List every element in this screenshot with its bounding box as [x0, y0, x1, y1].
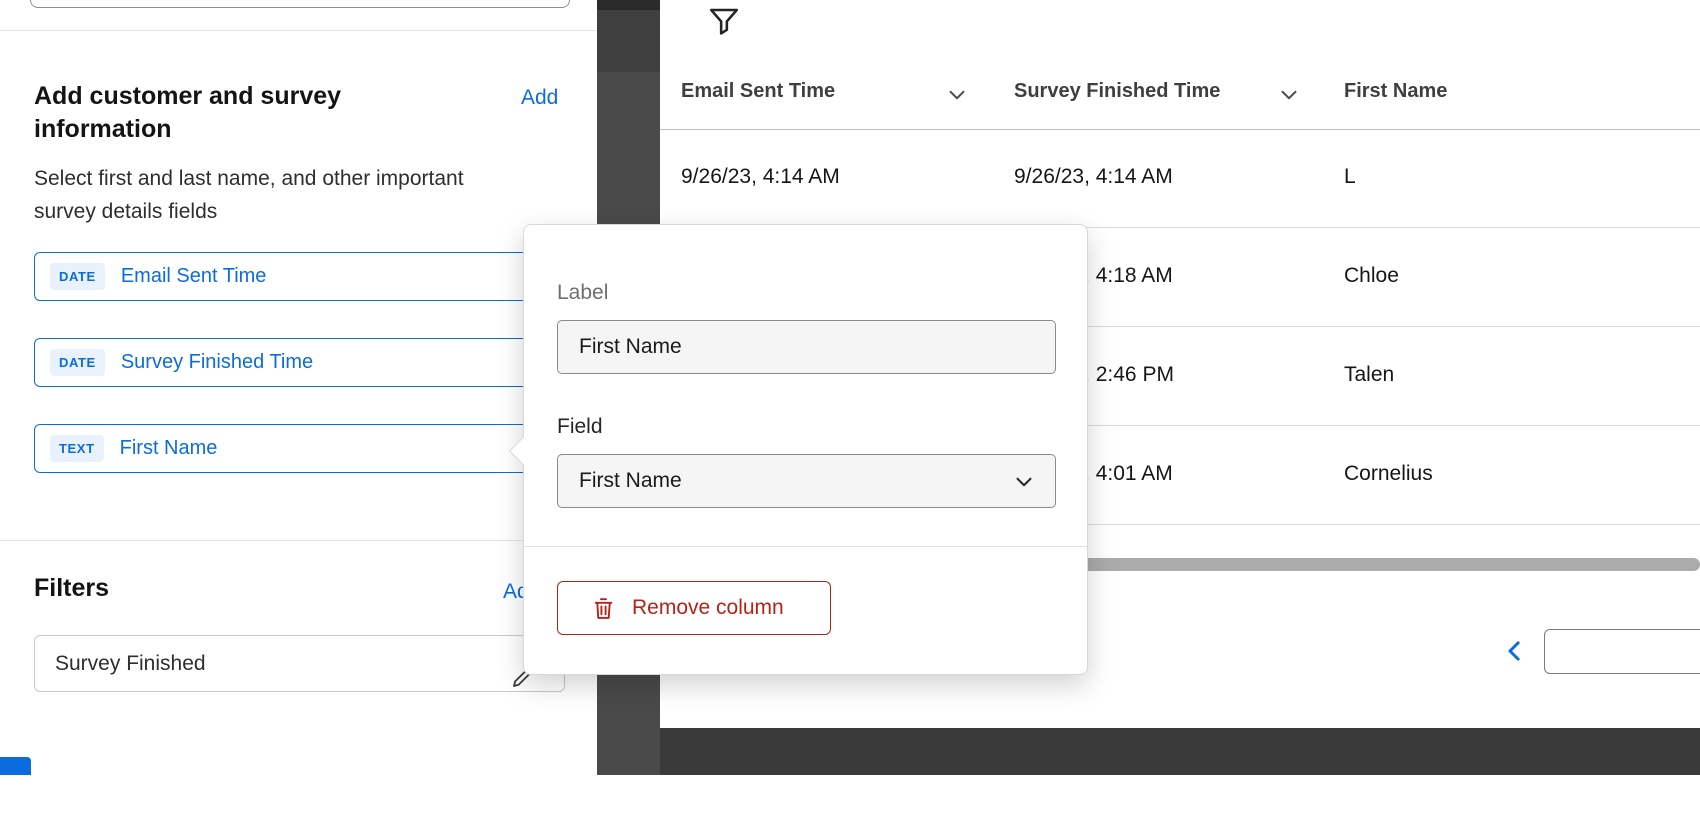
column-menu-chevron-icon[interactable] [1276, 82, 1302, 108]
field-field-label: Field [557, 415, 603, 439]
section-subtitle: Select first and last name, and other im… [34, 162, 516, 228]
filter-input[interactable] [34, 635, 565, 692]
field-chip-first-name[interactable]: TEXT First Name [34, 424, 570, 473]
label-input[interactable] [557, 320, 1056, 374]
remove-column-label: Remove column [632, 596, 784, 620]
panel-divider-strip-top [597, 0, 660, 72]
field-select[interactable]: First Name [557, 454, 1056, 508]
column-settings-popover: Label Field First Name Remove column [523, 224, 1088, 675]
popover-divider [524, 546, 1087, 547]
table-cell: Chloe [1344, 264, 1399, 288]
field-type-badge: DATE [50, 263, 105, 290]
table-cell: L [1344, 165, 1356, 189]
footer-bar [660, 728, 1700, 775]
table-cell: 9/26/23, 4:14 AM [681, 165, 840, 189]
field-chip-survey-finished-time[interactable]: DATE Survey Finished Time [34, 338, 570, 387]
filter-funnel-icon[interactable] [706, 4, 742, 40]
partial-blue-button[interactable] [0, 757, 31, 775]
filters-title: Filters [34, 574, 109, 603]
label-field-label: Label [557, 281, 608, 305]
field-select-value: First Name [579, 469, 682, 493]
field-chip-email-sent-time[interactable]: DATE Email Sent Time [34, 252, 570, 301]
table-cell: 9/26/23, 4:14 AM [1014, 165, 1173, 189]
trash-icon [592, 596, 615, 621]
pagination-page-box[interactable] [1544, 629, 1700, 674]
section-title: Add customer and survey information [34, 80, 394, 146]
table-row: 9/26/23, 4:14 AM 9/26/23, 4:14 AM L [660, 129, 1700, 228]
add-field-link[interactable]: Add [521, 86, 558, 110]
field-type-badge: DATE [50, 349, 105, 376]
remove-column-button[interactable]: Remove column [557, 581, 831, 635]
pagination-prev-icon[interactable] [1500, 636, 1530, 666]
column-header-email-sent-time: Email Sent Time [681, 80, 835, 103]
top-divider [0, 30, 597, 31]
field-chip-label: First Name [120, 437, 218, 460]
table-cell: Cornelius [1344, 462, 1433, 486]
field-type-badge: TEXT [50, 435, 104, 462]
panel-divider-strip-edge [597, 0, 660, 10]
column-header-survey-finished-time: Survey Finished Time [1014, 80, 1220, 103]
filters-divider [0, 540, 597, 541]
column-header-first-name: First Name [1344, 80, 1447, 103]
app-window: Add customer and survey information Add … [0, 0, 1700, 840]
top-partial-input[interactable] [30, 0, 570, 8]
left-config-panel: Add customer and survey information Add … [0, 0, 597, 840]
chevron-down-icon [1011, 469, 1037, 495]
field-chip-label: Email Sent Time [121, 265, 267, 288]
table-cell: Talen [1344, 363, 1394, 387]
field-chip-label: Survey Finished Time [121, 351, 313, 374]
column-menu-chevron-icon[interactable] [944, 82, 970, 108]
